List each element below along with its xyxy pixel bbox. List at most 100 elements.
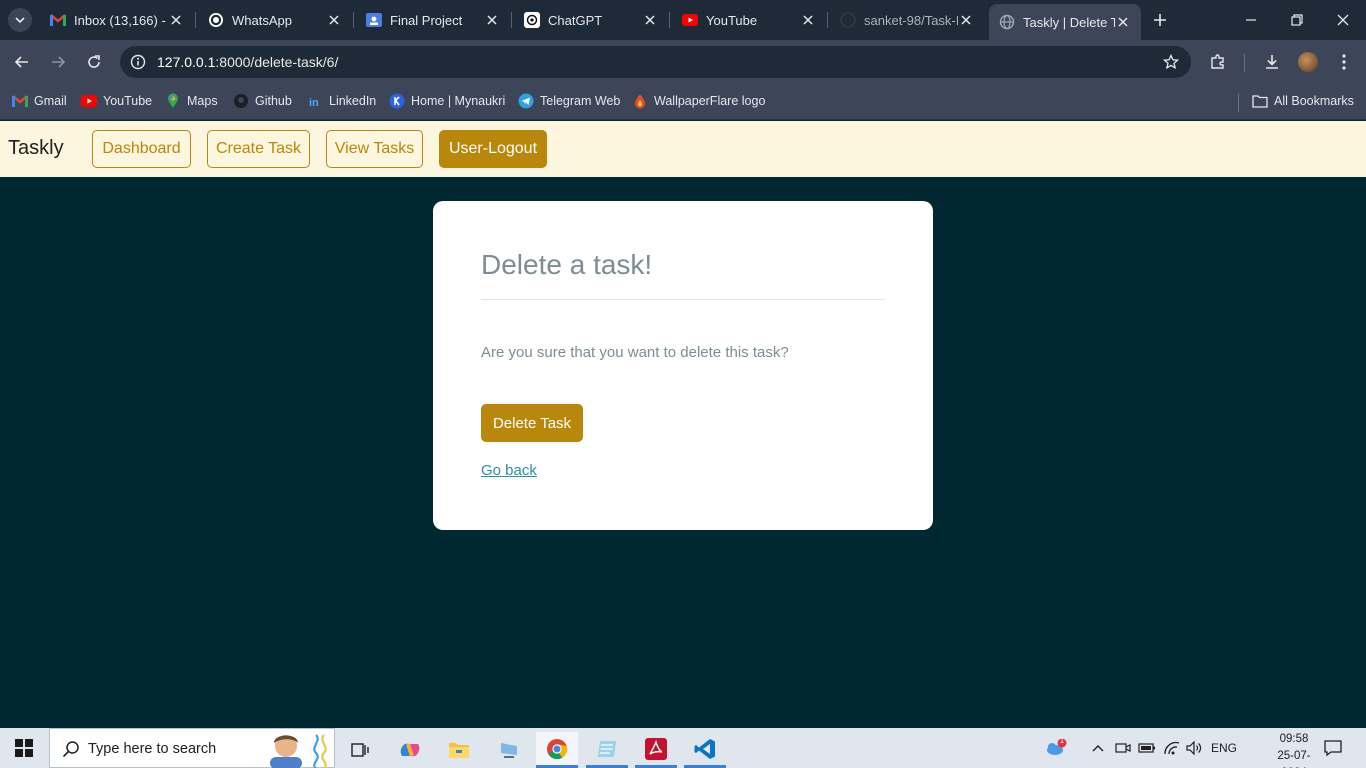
start-button[interactable] xyxy=(3,728,45,768)
task-view-icon xyxy=(351,743,369,757)
tab-taskly-active[interactable]: Taskly | Delete Ta xyxy=(989,4,1141,40)
tab-separator xyxy=(827,12,828,28)
clock[interactable]: 09:58 25-07-2024 xyxy=(1272,731,1316,768)
tab-gmail[interactable]: Inbox (13,166) - xyxy=(40,4,194,36)
language-indicator[interactable]: ENG xyxy=(1208,738,1240,758)
chrome-taskbar-button[interactable] xyxy=(536,732,578,768)
bookmark-wallpaperflare[interactable]: WallpaperFlare logo xyxy=(632,92,765,110)
bookmark-youtube[interactable]: YouTube xyxy=(81,92,152,110)
bookmark-label: Home | Mynaukri xyxy=(411,94,506,108)
search-placeholder: Type here to search xyxy=(88,741,217,757)
notification-center-icon xyxy=(1324,740,1342,756)
file-explorer-button[interactable] xyxy=(438,732,480,768)
github-icon xyxy=(840,12,856,28)
weather-widget[interactable]: 1 xyxy=(1042,736,1070,758)
nav-create-task-button[interactable]: Create Task xyxy=(207,130,310,168)
battery-indicator[interactable] xyxy=(1138,738,1156,758)
meet-now-button[interactable] xyxy=(1114,738,1132,758)
address-bar[interactable]: 127.0.0.1:8000/delete-task/6/ xyxy=(120,46,1191,78)
search-icon xyxy=(62,741,79,758)
nav-dashboard-button[interactable]: Dashboard xyxy=(92,130,191,168)
taskbar-search-box[interactable]: Type here to search xyxy=(49,728,335,768)
bookmark-star-icon[interactable] xyxy=(1163,54,1179,70)
tab-separator xyxy=(353,12,354,28)
go-back-link[interactable]: Go back xyxy=(481,462,537,479)
bookmark-gmail[interactable]: Gmail xyxy=(12,92,67,110)
whatsapp-icon xyxy=(208,12,224,28)
copilot-button[interactable] xyxy=(389,732,431,768)
bookmark-github[interactable]: Github xyxy=(233,92,292,110)
bookmark-linkedin[interactable]: in LinkedIn xyxy=(307,92,376,110)
wifi-icon xyxy=(1164,741,1180,755)
nav-logout-button[interactable]: User-Logout xyxy=(439,130,547,168)
url-text[interactable]: 127.0.0.1:8000/delete-task/6/ xyxy=(157,54,338,70)
notifications-button[interactable] xyxy=(1322,738,1344,758)
forward-button[interactable] xyxy=(48,52,68,72)
brand-logo-text[interactable]: Taskly xyxy=(8,137,64,160)
bookmarks-divider xyxy=(1238,94,1239,112)
bookmark-label: WallpaperFlare logo xyxy=(654,94,766,108)
classroom-icon xyxy=(366,12,382,28)
close-icon[interactable] xyxy=(484,12,500,28)
tab-separator xyxy=(511,12,512,28)
bookmark-label: Maps xyxy=(187,94,218,108)
close-icon xyxy=(1337,14,1349,26)
task-view-button[interactable] xyxy=(339,732,381,768)
close-icon[interactable] xyxy=(326,12,342,28)
globe-icon xyxy=(999,14,1015,30)
network-indicator[interactable] xyxy=(1162,738,1182,758)
close-icon[interactable] xyxy=(1115,14,1131,30)
extensions-button[interactable] xyxy=(1208,52,1228,72)
window-close-button[interactable] xyxy=(1333,10,1353,30)
notepad-taskbar-button[interactable] xyxy=(586,732,628,768)
new-tab-button[interactable] xyxy=(1150,10,1170,30)
minimize-button[interactable] xyxy=(1241,10,1261,30)
close-icon[interactable] xyxy=(958,12,974,28)
site-info-icon[interactable] xyxy=(130,54,146,70)
all-bookmarks-button[interactable]: All Bookmarks xyxy=(1252,92,1354,110)
tab-youtube[interactable]: YouTube xyxy=(672,4,826,36)
delete-task-button[interactable]: Delete Task xyxy=(481,404,583,442)
close-icon[interactable] xyxy=(168,12,184,28)
linkedin-icon: in xyxy=(307,93,323,109)
volume-indicator[interactable] xyxy=(1184,738,1204,758)
tab-title: Final Project xyxy=(390,12,463,28)
tab-whatsapp[interactable]: WhatsApp xyxy=(198,4,352,36)
nav-view-tasks-button[interactable]: View Tasks xyxy=(326,130,423,168)
acrobat-taskbar-button[interactable] xyxy=(635,732,677,768)
onedrive-pc-button[interactable] xyxy=(488,732,530,768)
downloads-button[interactable] xyxy=(1262,52,1282,72)
confirmation-text: Are you sure that you want to delete thi… xyxy=(481,344,789,361)
chrome-menu-button[interactable] xyxy=(1334,52,1354,72)
vscode-taskbar-button[interactable] xyxy=(684,732,726,768)
restore-button[interactable] xyxy=(1287,10,1307,30)
close-icon[interactable] xyxy=(800,12,816,28)
github-icon xyxy=(233,93,249,109)
youtube-icon xyxy=(81,93,97,109)
chevron-down-icon xyxy=(15,17,25,24)
reload-button[interactable] xyxy=(84,52,104,72)
toolbar-divider xyxy=(1244,54,1245,72)
puzzle-icon xyxy=(1211,54,1224,69)
tab-separator xyxy=(195,12,196,28)
tab-title: Inbox (13,166) - xyxy=(74,12,166,28)
bookmark-label: Github xyxy=(255,94,292,108)
tab-chatgpt[interactable]: ChatGPT xyxy=(514,4,668,36)
profile-avatar[interactable] xyxy=(1298,52,1318,72)
tab-final-project[interactable]: Final Project xyxy=(356,4,510,36)
bookmark-maps[interactable]: Maps xyxy=(165,92,218,110)
close-icon[interactable] xyxy=(642,12,658,28)
tray-overflow-button[interactable] xyxy=(1090,738,1106,758)
tab-search-button[interactable] xyxy=(8,8,32,32)
clock-time: 09:58 xyxy=(1279,733,1309,745)
speaker-icon xyxy=(1186,741,1202,755)
title-divider xyxy=(481,299,885,300)
back-button[interactable] xyxy=(12,52,32,72)
bookmark-telegram[interactable]: Telegram Web xyxy=(518,92,620,110)
bookmark-mynaukri[interactable]: Home | Mynaukri xyxy=(389,92,505,110)
tab-title: sanket-98/Task-I xyxy=(864,12,958,28)
tab-github[interactable]: sanket-98/Task-I xyxy=(830,4,984,36)
pdf-icon xyxy=(645,737,667,760)
windows-logo-icon xyxy=(15,739,33,757)
svg-text:in: in xyxy=(309,97,319,108)
